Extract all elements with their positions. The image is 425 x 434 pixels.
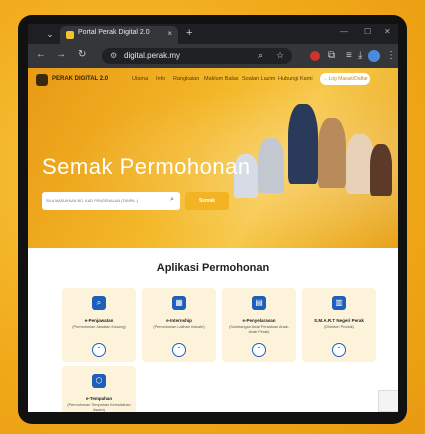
bookmark-star-icon[interactable]: ☆ xyxy=(276,50,284,61)
ic-search-box: ⌕ xyxy=(42,192,180,210)
chevron-up-icon[interactable]: ⌃ xyxy=(332,343,346,357)
card-e-tempahan[interactable]: ⬡ e-Tempahan (Permohonan Tempahan Kemuda… xyxy=(62,366,136,412)
directory-icon: ▥ xyxy=(332,296,346,310)
extensions-puzzle-icon[interactable]: ⧉ xyxy=(328,50,335,62)
section-title: Aplikasi Permohonan xyxy=(156,262,270,274)
profile-avatar[interactable] xyxy=(368,50,380,62)
reload-icon[interactable]: ↻ xyxy=(78,49,86,60)
building-icon: ▦ xyxy=(172,296,186,310)
maximize-icon[interactable]: ☐ xyxy=(364,27,371,36)
close-window-icon[interactable]: ✕ xyxy=(384,27,391,36)
chevron-up-icon[interactable]: ⌃ xyxy=(172,343,186,357)
search-icon[interactable]: ⌕ xyxy=(170,196,174,204)
nav-utama[interactable]: Utama xyxy=(132,76,148,82)
extension-icon[interactable] xyxy=(310,51,320,61)
card-title: e-Tempahan xyxy=(85,396,113,401)
card-e-internship[interactable]: ▦ e-Internship (Permohonan Latihan Indus… xyxy=(142,288,216,362)
tab-search-icon[interactable]: ⌄ xyxy=(44,28,56,40)
tab-title: Portal Perak Digital 2.0 xyxy=(78,29,150,36)
nav-hubungi-kami[interactable]: Hubungi Kami xyxy=(278,76,313,82)
url-text[interactable]: digital.perak.my xyxy=(124,51,180,60)
ic-number-input[interactable] xyxy=(46,192,164,210)
new-tab-button[interactable]: + xyxy=(186,27,192,39)
minimize-icon[interactable]: — xyxy=(340,27,348,36)
site-info-icon[interactable]: ⚙ xyxy=(110,51,117,60)
favicon-icon xyxy=(66,31,74,39)
forward-icon[interactable]: → xyxy=(56,49,66,60)
hero-people-image xyxy=(228,98,393,208)
menu-icon[interactable]: ⋮ xyxy=(386,50,396,62)
hero-title: Semak Permohonan xyxy=(42,154,251,179)
nav-info[interactable]: Info xyxy=(156,76,165,82)
nav-rangkaian[interactable]: Rangkaian xyxy=(173,76,199,82)
recaptcha-badge[interactable] xyxy=(378,390,398,412)
card-title: e-Internship xyxy=(166,318,192,323)
tab-portal[interactable]: Portal Perak Digital 2.0 × xyxy=(60,26,178,44)
zoom-icon[interactable]: ⌕ xyxy=(258,50,263,61)
omnibox[interactable]: ⚙ digital.perak.my ⌕ ☆ xyxy=(102,48,292,64)
card-smart-negeri-perak[interactable]: ▥ S.M.A.R.T Negeri Perak (Direktori Prod… xyxy=(302,288,376,362)
card-title: e-Penjawatan xyxy=(84,318,114,323)
card-subtitle: (Sumbangan Awal Persatuan Anak-Anak Pera… xyxy=(229,325,289,334)
chevron-up-icon[interactable]: ⌃ xyxy=(252,343,266,357)
card-subtitle: (Permohonan Latihan Industri) xyxy=(153,325,205,329)
card-title: e-Penyelarasan xyxy=(242,318,276,323)
address-bar: ← → ↻ ⚙ digital.perak.my ⌕ ☆ ⧉ ≡ ⤓ ⋮ xyxy=(28,44,398,68)
nav-soalan-lazim[interactable]: Soalan Lazim xyxy=(242,76,275,82)
download-icon[interactable]: ⤓ xyxy=(358,50,362,62)
login-button[interactable]: → Log Masuk/Daftar xyxy=(320,73,370,85)
web-page: PERAK DIGITAL 2.0 Utama Info Rangkaian M… xyxy=(28,68,398,412)
browser-window: ⌄ Portal Perak Digital 2.0 × + — ☐ ✕ ← →… xyxy=(28,24,398,412)
site-logo-text[interactable]: PERAK DIGITAL 2.0 xyxy=(52,76,108,82)
perak-logo-icon[interactable] xyxy=(36,74,48,86)
site-navbar: PERAK DIGITAL 2.0 Utama Info Rangkaian M… xyxy=(28,68,398,92)
job-search-icon: ⌕ xyxy=(92,296,106,310)
booking-icon: ⬡ xyxy=(92,374,106,388)
card-title: S.M.A.R.T Negeri Perak xyxy=(314,318,364,323)
card-subtitle: (Direktori Produk) xyxy=(324,325,354,329)
tab-bar: ⌄ Portal Perak Digital 2.0 × + — ☐ ✕ xyxy=(28,24,398,44)
chevron-up-icon[interactable]: ⌃ xyxy=(92,343,106,357)
document-icon: ▤ xyxy=(252,296,266,310)
back-icon[interactable]: ← xyxy=(36,49,46,60)
card-subtitle: (Permohonan Tempahan Kemudahan Awam) xyxy=(67,403,131,412)
reading-list-icon[interactable]: ≡ xyxy=(346,50,352,62)
card-e-penjawatan[interactable]: ⌕ e-Penjawatan (Permohonan Jawatan Koson… xyxy=(62,288,136,362)
nav-maklum-balas[interactable]: Maklum Balas xyxy=(204,76,239,82)
hero-banner: PERAK DIGITAL 2.0 Utama Info Rangkaian M… xyxy=(28,68,398,248)
close-tab-icon[interactable]: × xyxy=(167,29,172,38)
card-subtitle: (Permohonan Jawatan Kosong) xyxy=(72,325,126,329)
semak-button[interactable]: Semak xyxy=(185,192,229,210)
card-e-penyelarasan[interactable]: ▤ e-Penyelarasan (Sumbangan Awal Persatu… xyxy=(222,288,296,362)
